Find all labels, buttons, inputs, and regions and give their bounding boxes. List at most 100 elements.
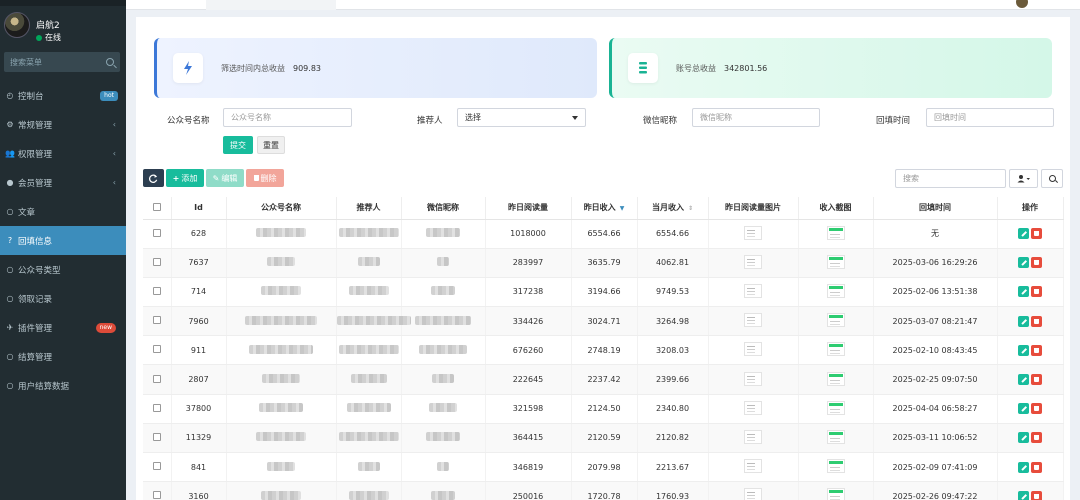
checkbox-box[interactable] xyxy=(152,228,161,237)
reads-screenshot-thumbnail[interactable] xyxy=(744,371,762,386)
wechat-nick-input[interactable]: 微信昵称 xyxy=(692,108,820,127)
top-avatar[interactable] xyxy=(1016,0,1028,8)
cell-income-screenshot[interactable] xyxy=(798,306,874,337)
cell-reads-screenshot[interactable] xyxy=(708,394,799,424)
cell-income-screenshot[interactable] xyxy=(798,335,874,366)
row-delete-button[interactable] xyxy=(1031,344,1042,356)
checkbox-box[interactable] xyxy=(152,374,161,383)
col-header-yesterday-income[interactable]: 昨日收入 ▼ xyxy=(571,197,638,220)
table-row[interactable]: 911 676260 2748.19 3208.03 2025-02-10 08:43:… xyxy=(143,335,1064,366)
table-row[interactable]: 714 317238 3194.66 9749.53 2025-02-06 13:51:… xyxy=(143,277,1064,308)
sidebar-item-8[interactable]: ✈ 插件管理 new xyxy=(0,313,126,342)
row-delete-button[interactable] xyxy=(1031,461,1042,473)
col-header-yesterday-reads[interactable]: 昨日阅读量 xyxy=(485,197,572,220)
cell-reads-screenshot[interactable] xyxy=(708,423,799,454)
row-checkbox[interactable] xyxy=(143,452,172,483)
income-screenshot-thumbnail[interactable] xyxy=(826,313,845,328)
table-search-input[interactable]: 搜索 xyxy=(895,169,1006,188)
cell-reads-screenshot[interactable] xyxy=(708,248,799,278)
income-screenshot-thumbnail[interactable] xyxy=(826,342,845,357)
referrer-select[interactable]: 选择 xyxy=(457,108,586,127)
row-checkbox[interactable] xyxy=(143,306,172,337)
table-row[interactable]: 7637 283997 3635.79 4062.81 2025-03-06 16:29… xyxy=(143,248,1064,278)
checkbox-box[interactable] xyxy=(152,286,161,295)
sidebar-item-10[interactable]: ○ 用户结算数据 xyxy=(0,371,126,400)
row-checkbox[interactable] xyxy=(143,481,172,500)
income-screenshot-thumbnail[interactable] xyxy=(826,371,845,386)
cell-reads-screenshot[interactable] xyxy=(708,335,799,366)
reset-button[interactable]: 重置 xyxy=(257,136,285,154)
cell-income-screenshot[interactable] xyxy=(798,423,874,454)
row-edit-button[interactable] xyxy=(1018,374,1029,386)
row-checkbox[interactable] xyxy=(143,423,172,454)
reads-screenshot-thumbnail[interactable] xyxy=(744,429,762,444)
cell-reads-screenshot[interactable] xyxy=(708,481,799,500)
reads-screenshot-thumbnail[interactable] xyxy=(744,488,762,500)
sidebar-search-input[interactable]: 搜索菜单 xyxy=(4,52,120,72)
row-delete-button[interactable] xyxy=(1031,286,1042,298)
row-checkbox[interactable] xyxy=(143,248,172,278)
cell-reads-screenshot[interactable] xyxy=(708,364,799,395)
row-edit-button[interactable] xyxy=(1018,490,1029,500)
row-checkbox[interactable] xyxy=(143,394,172,424)
fill-time-input[interactable]: 回填时间 xyxy=(926,108,1054,127)
row-edit-button[interactable] xyxy=(1018,228,1029,240)
row-checkbox[interactable] xyxy=(143,335,172,366)
cell-income-screenshot[interactable] xyxy=(798,219,874,249)
reads-screenshot-thumbnail[interactable] xyxy=(744,225,762,240)
checkbox-box[interactable] xyxy=(152,491,161,500)
account-name-input[interactable]: 公众号名称 xyxy=(223,108,352,127)
sidebar-item-4[interactable]: ○ 文章 xyxy=(0,197,126,226)
search-icon[interactable] xyxy=(106,58,114,66)
row-delete-button[interactable] xyxy=(1031,374,1042,386)
submit-button[interactable]: 提交 xyxy=(223,136,253,154)
row-edit-button[interactable] xyxy=(1018,432,1029,444)
nav-tab[interactable] xyxy=(206,0,336,10)
checkbox-box[interactable] xyxy=(152,316,161,325)
row-edit-button[interactable] xyxy=(1018,403,1029,415)
income-screenshot-thumbnail[interactable] xyxy=(826,400,845,415)
reads-screenshot-thumbnail[interactable] xyxy=(744,313,762,328)
sidebar-item-6[interactable]: ○ 公众号类型 xyxy=(0,255,126,284)
income-screenshot-thumbnail[interactable] xyxy=(826,459,845,474)
row-delete-button[interactable] xyxy=(1031,490,1042,500)
checkbox-box[interactable] xyxy=(152,403,161,412)
row-edit-button[interactable] xyxy=(1018,286,1029,298)
table-row[interactable]: 3160 250016 1720.78 1760.93 2025-02-26 09:47… xyxy=(143,481,1064,500)
table-row[interactable]: 2807 222645 2237.42 2399.66 2025-02-25 09:07… xyxy=(143,364,1064,395)
cell-income-screenshot[interactable] xyxy=(798,248,874,278)
sidebar-item-2[interactable]: 👥 权限管理 ‹ xyxy=(0,139,126,168)
edit-button[interactable]: ✎ 编辑 xyxy=(206,169,244,187)
row-edit-button[interactable] xyxy=(1018,344,1029,356)
cell-reads-screenshot[interactable] xyxy=(708,452,799,483)
col-header-id[interactable]: Id xyxy=(171,197,227,220)
sidebar-item-3[interactable]: ● 会员管理 ‹ xyxy=(0,168,126,197)
table-row[interactable]: 7960 334426 3024.71 3264.98 2025-03-07 08:21… xyxy=(143,306,1064,337)
sidebar-item-1[interactable]: ⚙ 常规管理 ‹ xyxy=(0,110,126,139)
row-delete-button[interactable] xyxy=(1031,432,1042,444)
cell-reads-screenshot[interactable] xyxy=(708,277,799,308)
row-checkbox[interactable] xyxy=(143,364,172,395)
cell-income-screenshot[interactable] xyxy=(798,364,874,395)
reads-screenshot-thumbnail[interactable] xyxy=(744,254,762,269)
row-delete-button[interactable] xyxy=(1031,228,1042,240)
checkbox-box[interactable] xyxy=(152,202,161,211)
columns-toggle-button[interactable] xyxy=(1009,169,1038,188)
add-button[interactable]: + 添加 xyxy=(166,169,204,187)
cell-income-screenshot[interactable] xyxy=(798,277,874,308)
checkbox-box[interactable] xyxy=(152,432,161,441)
row-edit-button[interactable] xyxy=(1018,257,1029,269)
reads-screenshot-thumbnail[interactable] xyxy=(744,283,762,298)
col-header-month-income[interactable]: 当月收入 ⇕ xyxy=(637,197,709,220)
cell-income-screenshot[interactable] xyxy=(798,394,874,424)
cell-income-screenshot[interactable] xyxy=(798,481,874,500)
reads-screenshot-thumbnail[interactable] xyxy=(744,400,762,415)
row-edit-button[interactable] xyxy=(1018,315,1029,327)
row-delete-button[interactable] xyxy=(1031,315,1042,327)
income-screenshot-thumbnail[interactable] xyxy=(826,254,845,269)
sidebar-item-7[interactable]: ○ 领取记录 xyxy=(0,284,126,313)
row-checkbox[interactable] xyxy=(143,219,172,249)
delete-button[interactable]: 删除 xyxy=(246,169,284,187)
table-row[interactable]: 11329 364415 2120.59 2120.82 2025-03-11 10:0… xyxy=(143,423,1064,454)
refresh-button[interactable] xyxy=(143,169,164,187)
